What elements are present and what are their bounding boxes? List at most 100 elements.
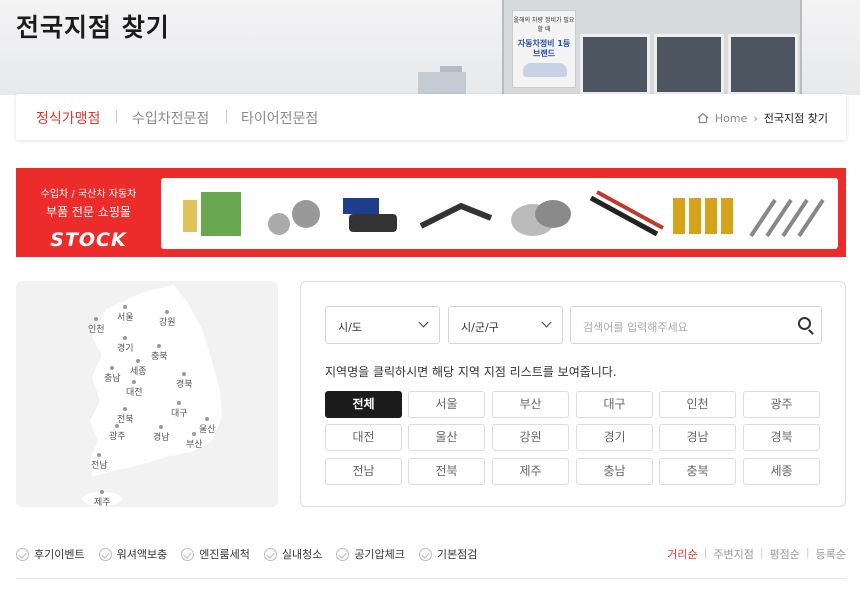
- region-button[interactable]: 경북: [743, 424, 820, 451]
- tab-divider: [226, 110, 227, 123]
- city-dot: [123, 305, 128, 309]
- breadcrumb: Home › 전국지점 찾기: [697, 110, 828, 126]
- sort-rating[interactable]: 평점순: [770, 546, 800, 562]
- sort-registered[interactable]: 등록순: [816, 546, 846, 562]
- sort-divider: |: [805, 546, 810, 559]
- tab-divider: [116, 110, 117, 123]
- region-hint: 지역명을 클릭하시면 해당 지역 지점 리스트를 보여줍니다.: [325, 365, 617, 379]
- home-icon[interactable]: [697, 112, 709, 124]
- region-button[interactable]: 울산: [408, 424, 485, 451]
- banner-text: 수입차 / 국산차 자동차 부품 전문 쇼핑몰 STOCK: [16, 168, 161, 257]
- region-button[interactable]: 경기: [576, 424, 653, 451]
- map-city-sejong[interactable]: 세종: [130, 359, 147, 377]
- map-city-daejeon[interactable]: 대전: [126, 380, 143, 398]
- garage-bay: [654, 34, 724, 95]
- filter-checkbox[interactable]: 실내청소: [263, 545, 322, 563]
- shop-ad-banner[interactable]: 수입차 / 국산차 자동차 부품 전문 쇼핑몰 STOCK: [16, 168, 846, 257]
- map-city-jeonnam[interactable]: 전남: [91, 453, 108, 471]
- region-button[interactable]: 전북: [408, 458, 485, 485]
- city-dot: [110, 366, 115, 370]
- city-dot: [159, 425, 164, 429]
- city-dot: [177, 401, 182, 405]
- map-city-busan[interactable]: 부산: [186, 432, 203, 450]
- divider: [16, 578, 846, 579]
- city-dot: [94, 317, 99, 321]
- tab-tire[interactable]: 타이어전문점: [241, 108, 318, 128]
- filter-checkbox[interactable]: 기본점검: [418, 545, 477, 563]
- branch-type-tabs: 정식가맹점 수입차전문점 타이어전문점 Home › 전국지점 찾기: [16, 94, 846, 140]
- sort-divider: |: [759, 546, 764, 559]
- city-dot: [100, 490, 105, 494]
- map-city-daegu[interactable]: 대구: [171, 401, 188, 419]
- map-city-chungnam[interactable]: 충남: [104, 366, 121, 384]
- city-dot: [165, 310, 170, 314]
- city-dot: [182, 372, 187, 376]
- filter-checkbox[interactable]: 후기이벤트: [16, 545, 85, 563]
- chevron-right-icon: ›: [753, 111, 758, 125]
- region-button[interactable]: 광주: [743, 391, 820, 418]
- sido-select[interactable]: 시/도: [325, 306, 440, 344]
- tab-import[interactable]: 수입차전문점: [132, 108, 209, 128]
- parts-showcase: [161, 178, 838, 249]
- region-button[interactable]: 대전: [325, 424, 402, 451]
- city-dot: [205, 417, 210, 421]
- car-image: [523, 63, 567, 77]
- region-button[interactable]: 서울: [408, 391, 485, 418]
- map-city-gyeonggi[interactable]: 경기: [117, 336, 134, 354]
- tab-franchise[interactable]: 정식가맹점: [36, 108, 100, 128]
- map-city-gyeongnam[interactable]: 경남: [153, 425, 170, 443]
- city-dot: [192, 432, 197, 436]
- check-circle-icon: [16, 547, 29, 561]
- city-dot: [123, 407, 128, 411]
- region-button[interactable]: 충남: [576, 458, 653, 485]
- city-dot: [97, 453, 102, 457]
- region-button[interactable]: 부산: [492, 391, 569, 418]
- chevron-down-icon: [418, 317, 429, 328]
- region-button[interactable]: 경남: [659, 424, 736, 451]
- sort-options: 거리순 | 주변지점 | 평점순 | 등록순: [667, 546, 846, 562]
- check-circle-icon: [263, 547, 277, 561]
- chevron-down-icon: [541, 317, 552, 328]
- garage-bay: [580, 34, 650, 95]
- city-dot: [132, 380, 137, 384]
- korea-region-map: [16, 281, 278, 507]
- search-input[interactable]: 검색어를 입력해주세요: [570, 306, 822, 344]
- region-button[interactable]: 제주: [492, 458, 569, 485]
- region-button[interactable]: 대구: [576, 391, 653, 418]
- map-city-gwangju[interactable]: 광주: [109, 424, 126, 442]
- filter-checkbox[interactable]: 워셔액보충: [98, 545, 167, 563]
- sort-nearby[interactable]: 주변지점: [713, 546, 753, 562]
- map-city-chungbuk[interactable]: 충북: [151, 344, 168, 362]
- garage-bay: [728, 34, 798, 95]
- map-city-jeju[interactable]: 제주: [94, 490, 111, 508]
- service-filters: 후기이벤트 워셔액보충 엔진룸세척 실내청소 공기압체크 기본점검: [16, 545, 477, 563]
- map-city-gangwon[interactable]: 강원: [159, 310, 176, 328]
- map-city-incheon[interactable]: 인천: [88, 317, 105, 335]
- map-city-gyeongbuk[interactable]: 경북: [176, 372, 193, 390]
- branch-search-panel: 시/도 시/군/구 검색어를 입력해주세요 지역명을 클릭하시면 해당 지역 지…: [300, 281, 846, 507]
- region-button[interactable]: 인천: [659, 391, 736, 418]
- map-city-seoul[interactable]: 서울: [117, 305, 134, 323]
- check-circle-icon: [181, 547, 195, 561]
- hero-banner: 올해의 차량 정비가 필요 할 때 자동차정비 1등 브랜드 전국지점 찾기: [0, 0, 860, 95]
- search-icon[interactable]: [798, 317, 811, 330]
- sort-divider: |: [703, 546, 708, 559]
- check-circle-icon: [418, 547, 432, 561]
- sort-distance[interactable]: 거리순: [667, 546, 697, 562]
- filter-checkbox[interactable]: 공기압체크: [336, 545, 405, 563]
- sigungu-select[interactable]: 시/군/구: [448, 306, 563, 344]
- region-button[interactable]: 세종: [743, 458, 820, 485]
- shop-sign: 올해의 차량 정비가 필요 할 때 자동차정비 1등 브랜드: [512, 10, 576, 88]
- region-button[interactable]: 충북: [659, 458, 736, 485]
- map-city-jeonbuk[interactable]: 전북: [117, 407, 134, 425]
- city-dot: [123, 336, 128, 340]
- korea-map-shape: [82, 285, 222, 506]
- check-circle-icon: [98, 547, 112, 561]
- stock-logo: STOCK: [50, 229, 127, 251]
- region-button[interactable]: 강원: [492, 424, 569, 451]
- region-button-all[interactable]: 전체: [325, 391, 402, 418]
- breadcrumb-home[interactable]: Home: [715, 112, 747, 125]
- filter-checkbox[interactable]: 엔진룸세척: [181, 545, 250, 563]
- city-dot: [136, 359, 141, 363]
- region-button[interactable]: 전남: [325, 458, 402, 485]
